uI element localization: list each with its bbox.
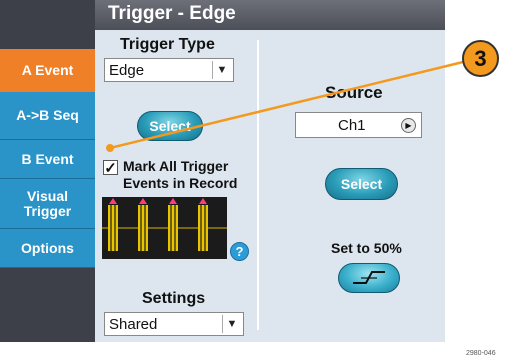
callout-number-badge: 3 bbox=[462, 40, 499, 77]
callout-leader-line bbox=[106, 60, 464, 152]
figure-code: 2980-046 bbox=[466, 350, 496, 357]
